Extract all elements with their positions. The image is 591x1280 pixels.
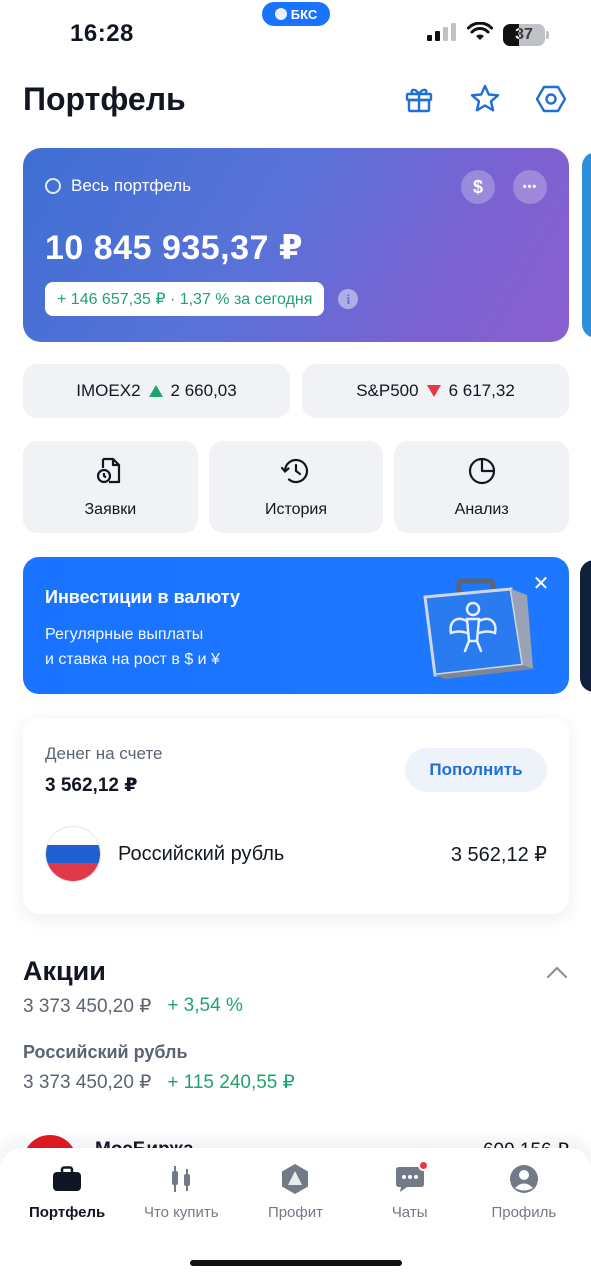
close-icon[interactable]: ✕ bbox=[529, 571, 553, 595]
profit-hexagon-icon bbox=[278, 1162, 312, 1196]
currency-name: Российский рубль bbox=[118, 842, 285, 865]
orders-button[interactable]: Заявки bbox=[23, 441, 198, 533]
settings-hexagon-icon[interactable] bbox=[534, 82, 568, 116]
shares-section: Акции 3 373 450,20 ₽ + 3,54 % Российский… bbox=[23, 956, 569, 1094]
briefcase-icon bbox=[50, 1162, 84, 1196]
currency-switch-button[interactable]: $ bbox=[461, 170, 495, 204]
page-header: Портфель bbox=[23, 74, 568, 124]
portfolio-label: Весь портфель bbox=[71, 176, 192, 195]
info-icon[interactable]: i bbox=[338, 289, 359, 309]
nav-item-portfolio[interactable]: Портфель bbox=[12, 1162, 122, 1221]
topup-button[interactable]: Пополнить bbox=[405, 748, 547, 792]
wifi-icon bbox=[467, 21, 493, 47]
status-time: 16:28 bbox=[70, 20, 134, 47]
app-screen: 16:28 БКС 37 Портфель Весь портфель $ ••… bbox=[0, 0, 591, 1280]
more-button[interactable]: ••• bbox=[513, 170, 547, 204]
briefcase-illustration bbox=[415, 575, 535, 685]
ticker-sp500[interactable]: S&P500 6 617,32 bbox=[302, 364, 569, 418]
portfolio-actions: $ ••• bbox=[461, 170, 547, 204]
shares-group-title: Российский рубль bbox=[23, 1042, 188, 1062]
profile-icon bbox=[507, 1162, 541, 1196]
russia-flag-icon bbox=[45, 826, 101, 882]
gift-icon[interactable] bbox=[402, 82, 436, 116]
battery-label: 37 bbox=[515, 25, 533, 43]
history-clock-icon bbox=[280, 456, 312, 491]
ticker-value: 2 660,03 bbox=[170, 381, 237, 400]
dollar-icon: $ bbox=[472, 176, 483, 197]
next-promo-peek[interactable] bbox=[580, 560, 591, 692]
chat-icon bbox=[393, 1160, 429, 1196]
promo-banner[interactable]: Инвестиции в валюту Регулярные выплаты и… bbox=[23, 557, 569, 694]
history-button[interactable]: История bbox=[208, 441, 384, 533]
status-icons: 37 bbox=[427, 21, 549, 47]
nav-item-chats[interactable]: Чаты bbox=[355, 1160, 465, 1221]
index-tickers: IMOEX2 2 660,03 S&P500 6 617,32 bbox=[23, 364, 569, 418]
portfolio-change-badge: + 146 657,35 ₽ · 1,37 % за сегодня bbox=[45, 282, 325, 316]
triangle-up-icon bbox=[148, 385, 163, 397]
more-dots-icon: ••• bbox=[522, 181, 538, 193]
analysis-label: Анализ bbox=[454, 500, 509, 518]
portfolio-card[interactable]: Весь портфель $ ••• 10 845 935,37 ₽ + 14… bbox=[23, 148, 569, 342]
portfolio-change-row: + 146 657,35 ₽ · 1,37 % за сегодня i bbox=[45, 282, 547, 316]
notification-badge bbox=[417, 1160, 429, 1171]
triangle-down-icon bbox=[426, 385, 441, 397]
nav-label: Чаты bbox=[391, 1204, 428, 1221]
header-actions bbox=[402, 82, 568, 116]
shares-total-change: + 3,54 % bbox=[167, 995, 243, 1016]
history-label: История bbox=[264, 500, 328, 518]
home-indicator bbox=[190, 1260, 402, 1266]
nav-label: Что купить bbox=[143, 1204, 219, 1221]
bottom-nav: Портфель Что купить Профит Чаты Профиль bbox=[0, 1148, 591, 1280]
signal-icon bbox=[427, 23, 457, 46]
nav-item-profile[interactable]: Профиль bbox=[469, 1162, 579, 1221]
nav-item-what-to-buy[interactable]: Что купить bbox=[126, 1162, 236, 1221]
chevron-up-icon[interactable] bbox=[545, 960, 569, 984]
nav-label: Профит bbox=[267, 1204, 323, 1221]
quick-actions: Заявки История Анализ bbox=[23, 441, 570, 533]
ticker-name: S&P500 bbox=[356, 381, 419, 400]
shares-title: Акции bbox=[23, 956, 106, 986]
currency-row[interactable]: Российский рубль 3 562,12 ₽ bbox=[45, 826, 547, 882]
next-card-peek[interactable] bbox=[582, 152, 591, 338]
orders-document-clock-icon bbox=[95, 456, 125, 491]
shares-total-row: 3 373 450,20 ₽ + 3,54 % bbox=[23, 995, 569, 1018]
shares-group-total: 3 373 450,20 ₽ bbox=[23, 1072, 152, 1093]
pill-label: БКС bbox=[290, 6, 318, 22]
ticker-value: 6 617,32 bbox=[448, 381, 515, 400]
currency-value: 3 562,12 ₽ bbox=[450, 843, 547, 866]
cash-card: Денег на счете 3 562,12 ₽ Пополнить Росс… bbox=[23, 718, 569, 914]
dynamic-island-pill[interactable]: БКС bbox=[262, 2, 330, 26]
ticker-name: IMOEX2 bbox=[76, 381, 141, 400]
star-icon[interactable] bbox=[468, 82, 502, 116]
portfolio-value: 10 845 935,37 ₽ bbox=[45, 229, 304, 267]
status-bar: 16:28 БКС 37 bbox=[0, 0, 591, 70]
shares-header[interactable]: Акции bbox=[23, 956, 569, 987]
nav-item-profit[interactable]: Профит bbox=[240, 1162, 350, 1221]
shares-total: 3 373 450,20 ₽ bbox=[23, 996, 152, 1017]
candles-icon bbox=[164, 1162, 198, 1196]
analysis-button[interactable]: Анализ bbox=[394, 441, 570, 533]
orders-label: Заявки bbox=[84, 500, 137, 518]
shares-group-row: 3 373 450,20 ₽ + 115 240,55 ₽ bbox=[23, 1071, 569, 1094]
radio-ring-icon bbox=[45, 178, 61, 194]
battery-icon: 37 bbox=[503, 23, 549, 46]
analysis-pie-icon bbox=[467, 456, 497, 491]
nav-label: Профиль bbox=[491, 1204, 557, 1221]
shares-group-change: + 115 240,55 ₽ bbox=[167, 1072, 295, 1093]
page-title: Портфель bbox=[23, 80, 186, 117]
ticker-imoex[interactable]: IMOEX2 2 660,03 bbox=[23, 364, 290, 418]
bks-logo-icon bbox=[274, 8, 287, 20]
nav-label: Портфель bbox=[28, 1204, 106, 1221]
